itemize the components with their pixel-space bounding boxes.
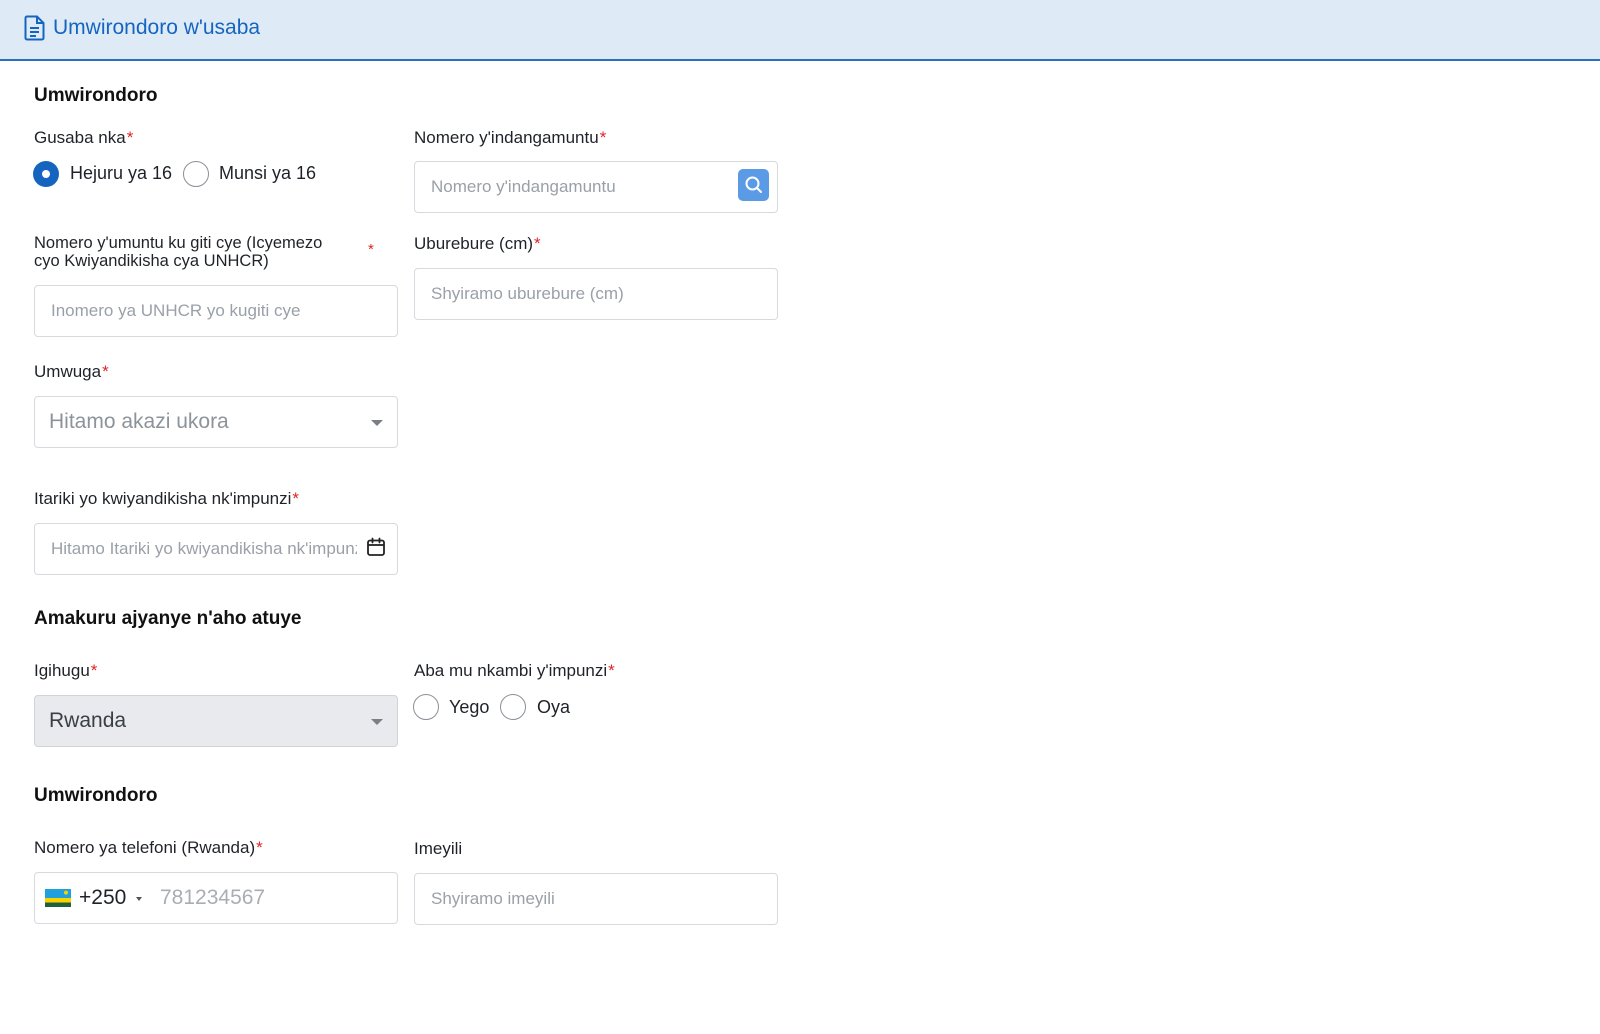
country-select-value: Rwanda: [49, 709, 127, 732]
height-input[interactable]: [414, 268, 778, 320]
id-search-button[interactable]: [738, 169, 769, 201]
email-input[interactable]: [414, 873, 778, 925]
radio-above-16[interactable]: [33, 161, 59, 187]
occupation-select-placeholder: Hitamo akazi ukora: [49, 410, 229, 433]
refugee-date-input[interactable]: [34, 523, 398, 575]
height-label: Uburebure (cm)*: [414, 234, 541, 253]
phone-placeholder: 781234567: [160, 886, 266, 909]
refugee-date-label: Itariki yo kwiyandikisha nk'impunzi*: [34, 489, 300, 508]
id-number-label: Nomero y'indangamuntu*: [414, 128, 607, 147]
page-header: Umwirondoro w'usaba: [0, 0, 1600, 61]
occupation-select[interactable]: Hitamo akazi ukora: [34, 396, 398, 448]
radio-above-16-label: Hejuru ya 16: [70, 163, 173, 183]
section-title-contact: Umwirondoro: [34, 785, 158, 806]
radio-camp-yes-label: Yego: [449, 697, 490, 717]
section-title-residence: Amakuru ajyanye n'aho atuye: [34, 608, 302, 629]
chevron-down-icon[interactable]: [136, 897, 142, 901]
unhcr-required-mark: *: [368, 241, 374, 258]
phone-input[interactable]: +250 781234567: [34, 872, 398, 924]
radio-below-16[interactable]: [183, 161, 209, 187]
country-dial-code[interactable]: +250: [79, 886, 126, 910]
occupation-label: Umwuga*: [34, 362, 109, 381]
chevron-down-icon: [371, 719, 383, 725]
country-select: Rwanda: [34, 695, 398, 747]
applicant-type-label: Gusaba nka*: [34, 128, 134, 147]
rwanda-flag-icon: [45, 889, 71, 907]
search-icon: [745, 176, 762, 193]
radio-camp-no-label: Oya: [537, 697, 571, 717]
unhcr-input[interactable]: [34, 285, 398, 337]
radio-camp-no[interactable]: [500, 694, 526, 720]
radio-camp-yes[interactable]: [413, 694, 439, 720]
chevron-down-icon: [371, 420, 383, 426]
page-title: Umwirondoro w'usaba: [53, 16, 261, 39]
document-icon: [24, 15, 45, 41]
id-number-input[interactable]: [414, 161, 778, 213]
camp-label: Aba mu nkambi y'impunzi*: [414, 661, 615, 680]
unhcr-label: Nomero y'umuntu ku giti cye (Icyemezo cy…: [34, 234, 323, 270]
section-title-profile: Umwirondoro: [34, 85, 158, 106]
radio-below-16-label: Munsi ya 16: [219, 163, 317, 183]
calendar-icon[interactable]: [366, 537, 386, 557]
phone-label: Nomero ya telefoni (Rwanda)*: [34, 838, 263, 857]
country-label: Igihugu*: [34, 661, 98, 680]
email-label: Imeyili: [414, 839, 463, 858]
